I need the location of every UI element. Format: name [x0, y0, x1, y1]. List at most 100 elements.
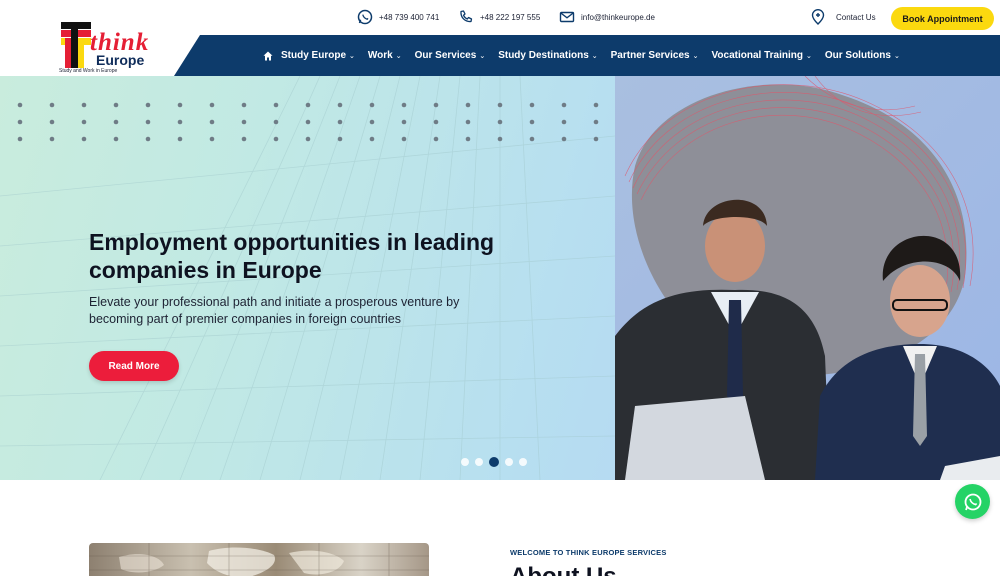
logo-tagline: Study and Work in Europe	[59, 68, 118, 74]
decorative-dot	[337, 102, 343, 108]
logo-region: Europe	[96, 52, 145, 68]
chevron-down-icon: ⌄	[692, 52, 699, 60]
chevron-down-icon: ⌄	[591, 52, 598, 60]
business-men-photo	[615, 76, 1000, 480]
decorative-dot	[433, 136, 439, 142]
whatsapp-icon	[964, 493, 981, 510]
slider-dot[interactable]	[461, 458, 469, 466]
decorative-dot	[497, 102, 503, 108]
decorative-dot	[465, 102, 471, 108]
decorative-dot	[593, 102, 599, 108]
nav-label: Partner Services	[610, 50, 690, 61]
read-more-button[interactable]: Read More	[89, 351, 179, 381]
decorative-dot	[177, 119, 183, 125]
decorative-dot	[209, 119, 215, 125]
decorative-dot	[401, 136, 407, 142]
decorative-dot	[209, 102, 215, 108]
book-appointment-button[interactable]: Book Appointment	[891, 7, 994, 30]
decorative-dot	[273, 136, 279, 142]
nav-label: Study Europe	[281, 50, 347, 61]
hero-slider: Employment opportunities in leading comp…	[0, 76, 1000, 480]
chevron-down-icon: ⌄	[349, 52, 355, 60]
chevron-down-icon: ⌄	[893, 52, 900, 60]
hero-title: Employment opportunities in leading comp…	[89, 229, 495, 283]
nav-our-services[interactable]: Our Services ⌄	[415, 50, 486, 61]
whatsapp-outline-icon	[357, 9, 373, 25]
decorative-dot	[113, 119, 119, 125]
phone-contact[interactable]: +48 222 197 555	[458, 9, 540, 25]
main-nav: Study Europe ⌄ Work ⌄ Our Services ⌄ Study …	[263, 35, 913, 76]
decorative-dot	[49, 102, 55, 108]
decorative-dot	[273, 119, 279, 125]
email-address: info@thinkeurope.de	[581, 12, 655, 22]
nav-partner-services[interactable]: Partner Services ⌄	[611, 50, 699, 61]
decorative-dot	[305, 102, 311, 108]
nav-our-solutions[interactable]: Our Solutions ⌄	[825, 50, 900, 61]
whatsapp-number: +48 739 400 741	[379, 12, 440, 22]
contact-us-label: Contact Us	[836, 12, 876, 22]
decorative-dot	[145, 102, 151, 108]
chevron-down-icon: ⌄	[805, 52, 812, 60]
decorative-dot	[273, 102, 279, 108]
nav-vocational-training[interactable]: Vocational Training ⌄	[711, 50, 811, 61]
decorative-dot	[81, 119, 87, 125]
about-kicker: WELCOME TO THINK EUROPE SERVICES	[510, 548, 667, 557]
about-title: About Us	[510, 563, 617, 576]
nav-study-europe[interactable]: Study Europe ⌄	[281, 50, 355, 61]
think-europe-logo[interactable]: think Europe Study and Work in Europe	[57, 12, 162, 76]
decorative-dot	[177, 102, 183, 108]
email-contact[interactable]: info@thinkeurope.de	[559, 9, 655, 25]
chevron-down-icon: ⌄	[395, 52, 402, 60]
decorative-dot	[369, 136, 375, 142]
decorative-dot	[81, 136, 87, 142]
location-pin-icon	[811, 9, 825, 25]
home-icon[interactable]	[263, 51, 273, 61]
nav-label: Work	[367, 50, 393, 61]
phone-icon	[460, 10, 473, 23]
decorative-dot	[369, 119, 375, 125]
decorative-dot	[209, 136, 215, 142]
decorative-dot	[305, 136, 311, 142]
contact-us-link[interactable]: Contact Us	[810, 9, 876, 25]
slider-dot[interactable]	[519, 458, 527, 466]
decorative-dot	[561, 136, 567, 142]
decorative-dot	[305, 119, 311, 125]
slider-dot[interactable]	[505, 458, 513, 466]
nav-label: Our Services	[414, 50, 477, 61]
decorative-dot	[49, 119, 55, 125]
decorative-dot	[241, 119, 247, 125]
world-map-image	[89, 543, 429, 576]
decorative-dot	[433, 102, 439, 108]
decorative-dot	[17, 119, 23, 125]
decorative-dot	[465, 136, 471, 142]
nav-work[interactable]: Work ⌄	[368, 50, 402, 61]
slider-dot-active[interactable]	[489, 457, 499, 467]
page: +48 739 400 741 +48 222 197 555 info@thi…	[0, 0, 1000, 576]
nav-study-destinations[interactable]: Study Destinations ⌄	[498, 50, 597, 61]
decorative-dot	[113, 102, 119, 108]
decorative-dot	[561, 102, 567, 108]
world-map-texture	[89, 543, 429, 576]
decorative-dot	[497, 136, 503, 142]
whatsapp-contact[interactable]: +48 739 400 741	[357, 9, 439, 25]
decorative-dot	[561, 119, 567, 125]
decorative-dot	[241, 136, 247, 142]
slider-dot[interactable]	[475, 458, 483, 466]
whatsapp-chat-button[interactable]	[955, 484, 990, 519]
decorative-dot	[241, 102, 247, 108]
decorative-dot	[465, 119, 471, 125]
decorative-dot	[529, 119, 535, 125]
nav-label: Study Destinations	[498, 50, 589, 61]
decorative-dot	[401, 119, 407, 125]
hero-description: Elevate your professional path and initi…	[89, 295, 460, 326]
decorative-dot	[593, 136, 599, 142]
decorative-dot	[529, 102, 535, 108]
slider-pagination	[461, 457, 527, 467]
decorative-dot	[17, 136, 23, 142]
decorative-dot	[81, 102, 87, 108]
decorative-dot	[177, 136, 183, 142]
chevron-down-icon: ⌄	[479, 52, 486, 60]
mail-icon	[559, 11, 575, 23]
phone-number: +48 222 197 555	[480, 12, 541, 22]
decorative-dot	[401, 102, 407, 108]
